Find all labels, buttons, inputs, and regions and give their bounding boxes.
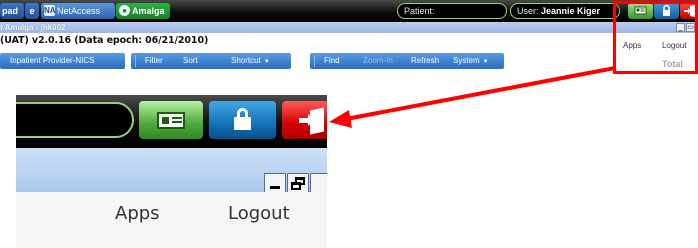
screenshot-strip: pad e NANetAccess ● Amalga Patient: User:…	[0, 0, 698, 74]
restore-front-window	[291, 182, 301, 190]
menu-row: Inpatient Provider-NICS Filter Sort Shor…	[0, 51, 698, 74]
arrow-head	[329, 110, 352, 128]
close-icon[interactable]	[310, 173, 327, 193]
patient-field[interactable]: Patient:	[397, 3, 507, 19]
minimize-icon[interactable]	[264, 173, 286, 193]
version-text: (UAT) v2.0.16 (Data epoch: 06/21/2010)	[0, 35, 209, 46]
card-icon	[157, 112, 185, 129]
taskbar-ie-button[interactable]: e	[25, 3, 39, 19]
menu-group-filter: Filter Sort Shortcut ▼	[131, 53, 291, 69]
arrow-shaft	[345, 66, 616, 121]
zoomed-card-button[interactable]	[139, 101, 203, 139]
highlight-box	[613, 1, 698, 74]
window-title: t Amalga - jhk002	[0, 23, 66, 32]
chevron-down-icon: ▼	[482, 59, 489, 65]
user-prefix: User:	[517, 6, 539, 16]
menu-zoom-in[interactable]: Zoom-In	[363, 56, 393, 65]
menu-filter[interactable]: Filter	[145, 56, 163, 65]
lock-body	[234, 117, 251, 130]
exit-arrowhead	[308, 114, 314, 126]
zoomed-exit-button[interactable]	[282, 101, 327, 139]
zoomed-user-field	[16, 102, 134, 138]
netaccess-icon: NA	[44, 5, 56, 16]
provider-label: Inpatient Provider-NICS	[10, 56, 95, 65]
patient-label: Patient:	[404, 6, 435, 16]
menu-shortcut[interactable]: Shortcut ▼	[231, 56, 270, 65]
provider-selector[interactable]: Inpatient Provider-NICS	[0, 53, 125, 69]
menu-refresh[interactable]: Refresh	[411, 56, 439, 65]
menu-shortcut-label: Shortcut	[231, 56, 261, 65]
taskbar-pad-button[interactable]: pad	[0, 3, 24, 19]
user-name: Jeannie Kiger	[541, 6, 601, 16]
window-titlebar: t Amalga - jhk002 _ ▭	[0, 22, 698, 33]
zoomed-logout-link[interactable]: Logout	[228, 203, 290, 224]
version-bar: (UAT) v2.0.16 (Data epoch: 06/21/2010)	[0, 33, 698, 48]
restore-icon[interactable]	[287, 173, 309, 193]
pad-label: pad	[2, 6, 19, 16]
taskbar-netaccess-button[interactable]: NANetAccess	[41, 3, 115, 19]
zoomed-toolbar	[16, 95, 327, 148]
menu-sort[interactable]: Sort	[183, 56, 198, 65]
menu-separator	[135, 55, 136, 67]
menu-separator	[314, 55, 315, 67]
zoomed-lock-button[interactable]	[209, 101, 276, 139]
taskbar-amalga-button[interactable]: ● Amalga	[116, 3, 170, 19]
ie-icon: e	[29, 6, 35, 16]
zoomed-titlebar	[16, 148, 327, 193]
zoomed-apps-link[interactable]: Apps	[115, 203, 160, 224]
taskbar: pad e NANetAccess ● Amalga Patient: User:…	[0, 0, 698, 22]
menu-system[interactable]: System ▼	[453, 56, 489, 65]
netaccess-label: NetAccess	[57, 6, 101, 16]
menu-system-label: System	[453, 56, 480, 65]
chevron-down-icon: ▼	[263, 59, 270, 65]
zoomed-inset: Apps Logout	[16, 95, 327, 248]
amalga-label: Amalga	[132, 6, 165, 16]
menu-find[interactable]: Find	[324, 56, 340, 65]
amalga-icon: ●	[119, 5, 130, 16]
user-field: User: Jeannie Kiger	[510, 3, 620, 19]
menu-group-find: Find Zoom-In Refresh System ▼	[310, 53, 504, 69]
